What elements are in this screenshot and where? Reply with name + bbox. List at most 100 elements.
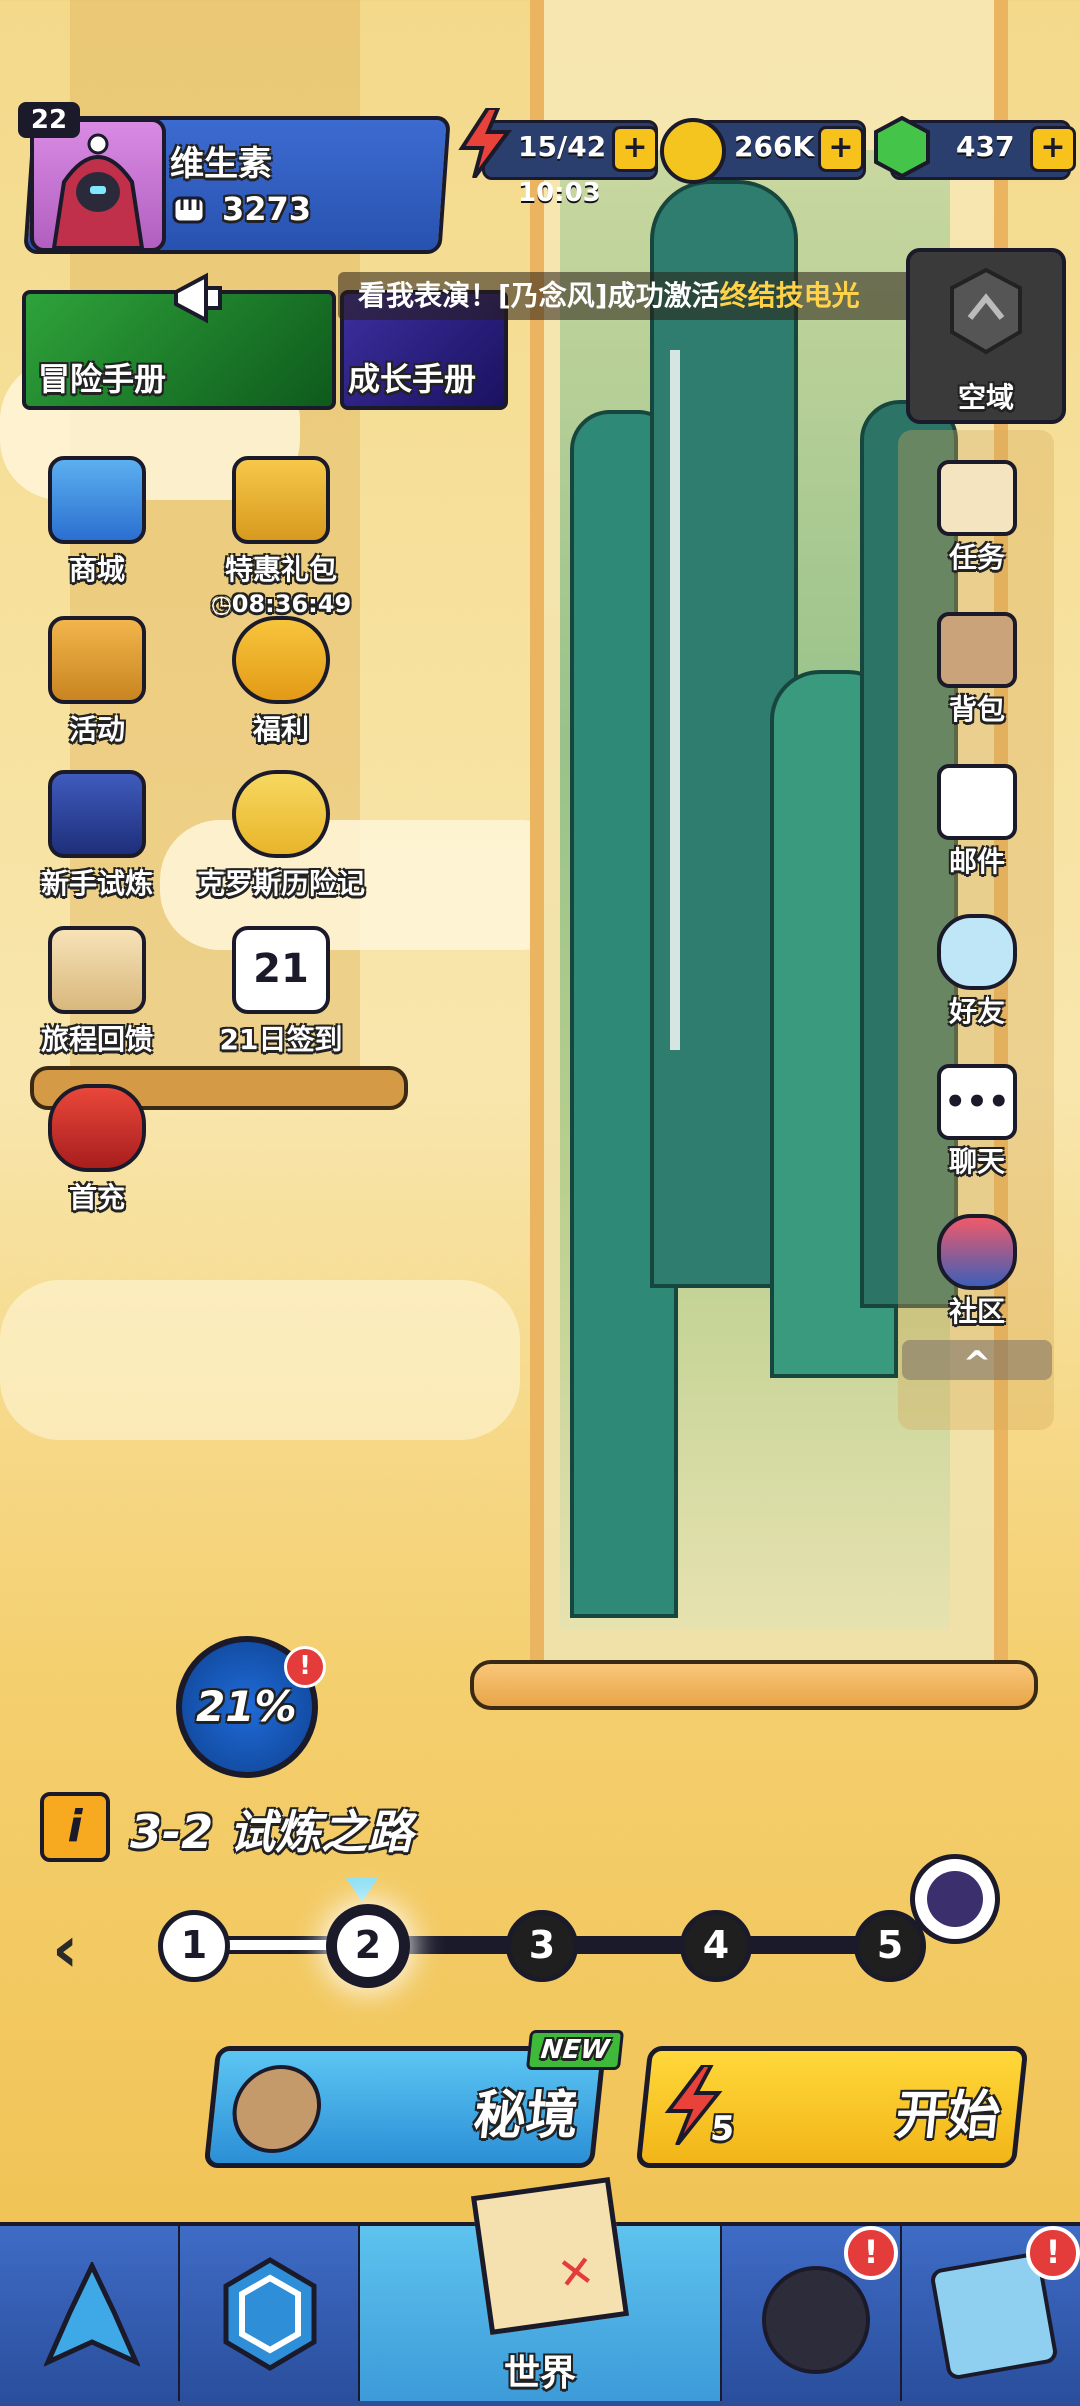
gem-value: 437 [956,130,1015,163]
book-sword-icon [48,770,146,858]
tasks-button[interactable]: 任务 [902,460,1052,576]
community-button[interactable]: 社区 [902,1214,1052,1330]
signin-button[interactable]: 21 21日签到 [196,926,366,1058]
secret-realm-label: 秘境 [470,2086,582,2146]
pets-alert-badge: ! [844,2226,898,2280]
cross-adventure-button[interactable]: 克罗斯历险记 [176,770,386,902]
special-pack-timer: ◷08:36:49 [196,590,366,618]
treasure-chest-icon [48,456,146,544]
guild-alert-badge: ! [1026,2226,1080,2280]
adventure-handbook-label: 冒险手册 [38,360,167,398]
cross-adventure-label: 克罗斯历险记 [196,867,365,900]
events-scroll-icon [48,616,146,704]
cloud-decoration [0,1280,520,1440]
power-fist-icon [170,192,210,226]
shop-label: 商城 [68,553,125,586]
envelope-icon [937,764,1017,840]
hexagon-shield-icon [223,2257,317,2371]
chat-bubble-icon: ••• [937,1064,1017,1140]
previous-chapter-arrow-icon[interactable]: ‹ [52,1918,78,1982]
piggy-bank-icon [232,616,330,704]
player-power: 3273 [222,190,312,228]
events-label: 活动 [68,713,125,746]
start-button[interactable]: 5 开始 [635,2046,1029,2168]
calendar-day: 21 [253,946,309,992]
chapter-progress-value: 21% [196,1682,297,1731]
energy-plus-button[interactable]: + [612,126,658,172]
events-button[interactable]: 活动 [12,616,182,748]
special-pack-timer-value: 08:36:49 [231,590,352,618]
first-recharge-label: 首充 [68,1181,125,1214]
gem-plus-button[interactable]: + [1030,126,1076,172]
gold-plus-button[interactable]: + [818,126,864,172]
clipboard-icon [48,926,146,1014]
energy-value: 15/42 [518,130,607,163]
calendar-icon: 21 [232,926,330,1014]
megaphone-icon [170,270,230,326]
stage-node-3[interactable]: 3 [506,1910,578,1982]
player-name: 维生素 [170,144,272,184]
bag-label: 背包 [948,693,1005,726]
nav-tab-world[interactable]: ✕ 世界 [360,2176,723,2401]
player-avatar[interactable] [30,118,166,252]
backpack-icon [937,612,1017,688]
task-scroll-icon [937,460,1017,536]
energy-cost-value: 5 [708,2109,737,2149]
welfare-button[interactable]: 福利 [196,616,366,748]
boss-portrait-icon[interactable] [910,1854,1000,1944]
journey-feedback-button[interactable]: 旅程回馈 [12,926,182,1058]
green-gem-icon [872,115,932,179]
bag-button[interactable]: 背包 [902,612,1052,728]
special-pack-button[interactable]: 特惠礼包 ◷08:36:49 [196,456,366,618]
energy-bolt-icon [458,106,512,180]
mail-label: 邮件 [948,845,1005,878]
stage-node-2[interactable]: 2 [332,1910,404,1982]
novice-trial-label: 新手试炼 [40,867,153,900]
painting-landscape [560,150,958,1630]
first-recharge-button[interactable]: 首充 [12,1084,182,1216]
chat-label: 聊天 [948,1145,1005,1178]
stage-info-button[interactable]: i [40,1792,110,1862]
shadow-pet-icon [762,2266,870,2374]
target-dart-icon [228,2065,326,2153]
character-portrait-icon [232,770,330,858]
nav-tab-heroes[interactable] [0,2226,181,2401]
tasks-label: 任务 [948,541,1005,574]
signin-label: 21日签到 [219,1023,343,1056]
stage-node-4[interactable]: 4 [680,1910,752,1982]
friends-icon [937,914,1017,990]
energy-timer: 10:03 [518,178,601,208]
welfare-label: 福利 [252,713,309,746]
nav-world-label: 世界 [504,2353,577,2394]
nav-tab-equipment[interactable] [180,2226,361,2401]
friends-button[interactable]: 好友 [902,914,1052,1030]
community-bomb-icon [937,1214,1017,1290]
new-badge: NEW [525,2030,625,2070]
ticker-highlight: 终结技电光 [719,279,860,312]
new-badge-text: NEW [539,2035,611,2065]
growth-handbook-label: 成长手册 [348,360,477,398]
ticker-text: 看我表演！[乃念风]成功激活 [358,279,720,312]
special-pack-label: 特惠礼包 [224,553,337,586]
collapse-menu-button[interactable]: ^ [902,1340,1052,1384]
stage-node-1[interactable]: 1 [158,1910,230,1982]
hero-crystal-icon [44,2262,140,2367]
gold-value: 266K [734,130,815,163]
novice-trial-button[interactable]: 新手试炼 [12,770,182,902]
void-realm-label: 空域 [958,381,1015,414]
void-realm-button[interactable]: 空域 [906,248,1066,424]
start-label: 开始 [892,2086,1004,2146]
dragon-icon [48,1084,146,1172]
shop-button[interactable]: 商城 [12,456,182,588]
community-label: 社区 [948,1295,1005,1328]
progress-alert-badge: ! [284,1646,326,1688]
chat-button[interactable]: ••• 聊天 [902,1064,1052,1180]
journey-feedback-label: 旅程回馈 [40,1023,153,1056]
void-portal-icon [950,267,1022,355]
gold-coin-icon [660,118,726,184]
clock-icon: ◷ [210,590,232,618]
mail-button[interactable]: 邮件 [902,764,1052,880]
current-stage-pointer-icon [346,1878,378,1902]
player-level-badge: 22 [18,102,80,138]
painting-scroll-rod [470,1660,1038,1710]
